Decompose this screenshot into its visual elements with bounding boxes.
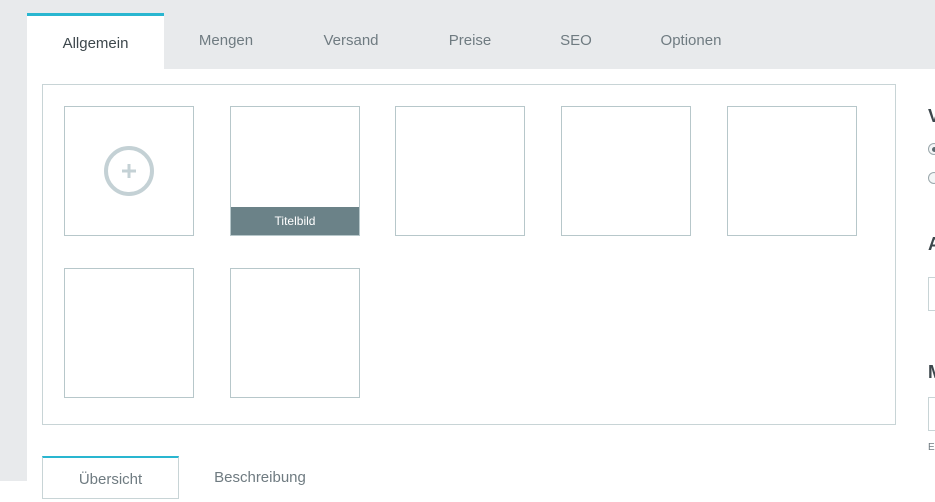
image-slot[interactable] <box>395 106 525 236</box>
image-slot[interactable] <box>561 106 691 236</box>
tab-seo[interactable]: SEO <box>526 13 626 69</box>
side-heading-v: V <box>928 106 935 126</box>
side-hint-text: E <box>928 442 935 453</box>
add-circle-icon <box>104 146 154 196</box>
radio-option-1[interactable] <box>928 143 935 155</box>
image-slot-title[interactable]: Titelbild <box>230 106 360 236</box>
image-gallery: Titelbild <box>42 84 896 425</box>
subtab-beschreibung[interactable]: Beschreibung <box>195 456 325 496</box>
side-input-m[interactable] <box>928 397 935 431</box>
image-slot[interactable] <box>230 268 360 398</box>
left-gutter <box>0 0 27 481</box>
tab-optionen[interactable]: Optionen <box>626 13 756 69</box>
side-heading-a: A <box>928 234 935 254</box>
tab-allgemein[interactable]: Allgemein <box>27 13 164 69</box>
tab-mengen[interactable]: Mengen <box>164 13 288 69</box>
radio-option-2[interactable] <box>928 172 935 184</box>
image-slot[interactable] <box>727 106 857 236</box>
add-image-slot[interactable] <box>64 106 194 236</box>
tab-preise[interactable]: Preise <box>414 13 526 69</box>
tab-versand[interactable]: Versand <box>288 13 414 69</box>
subtab-uebersicht[interactable]: Übersicht <box>42 456 179 499</box>
side-heading-m: M <box>928 362 935 383</box>
title-image-badge: Titelbild <box>231 207 359 235</box>
side-input-a[interactable] <box>928 277 935 311</box>
image-slot[interactable] <box>64 268 194 398</box>
